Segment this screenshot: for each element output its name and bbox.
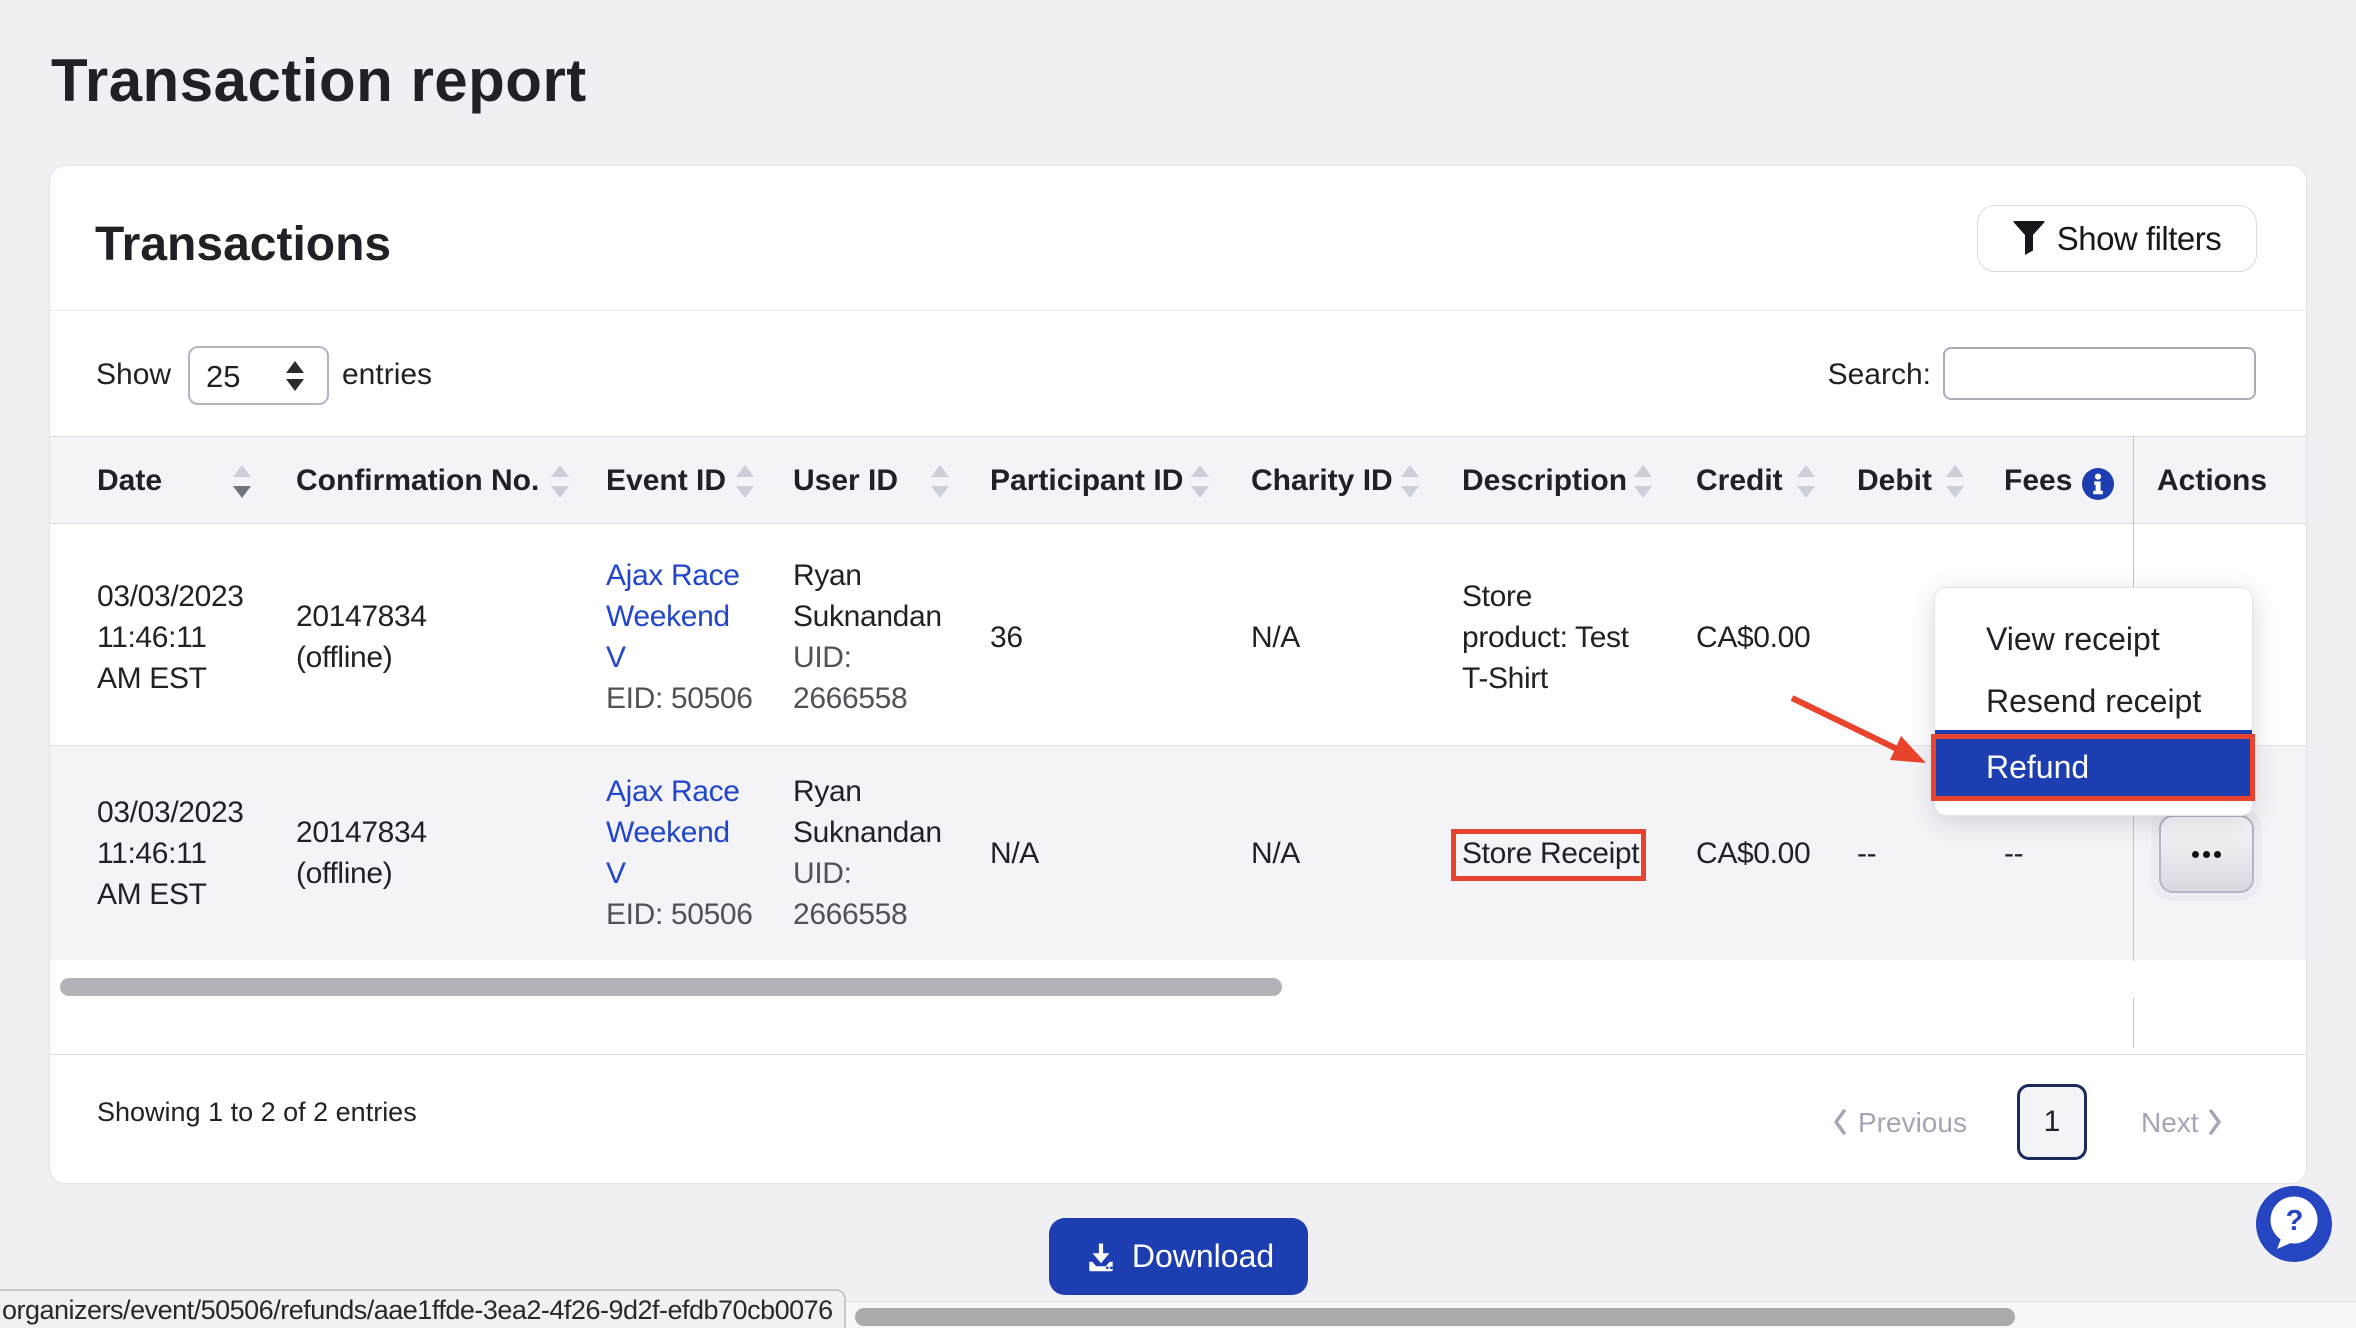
svg-text:?: ? xyxy=(2286,1205,2304,1237)
